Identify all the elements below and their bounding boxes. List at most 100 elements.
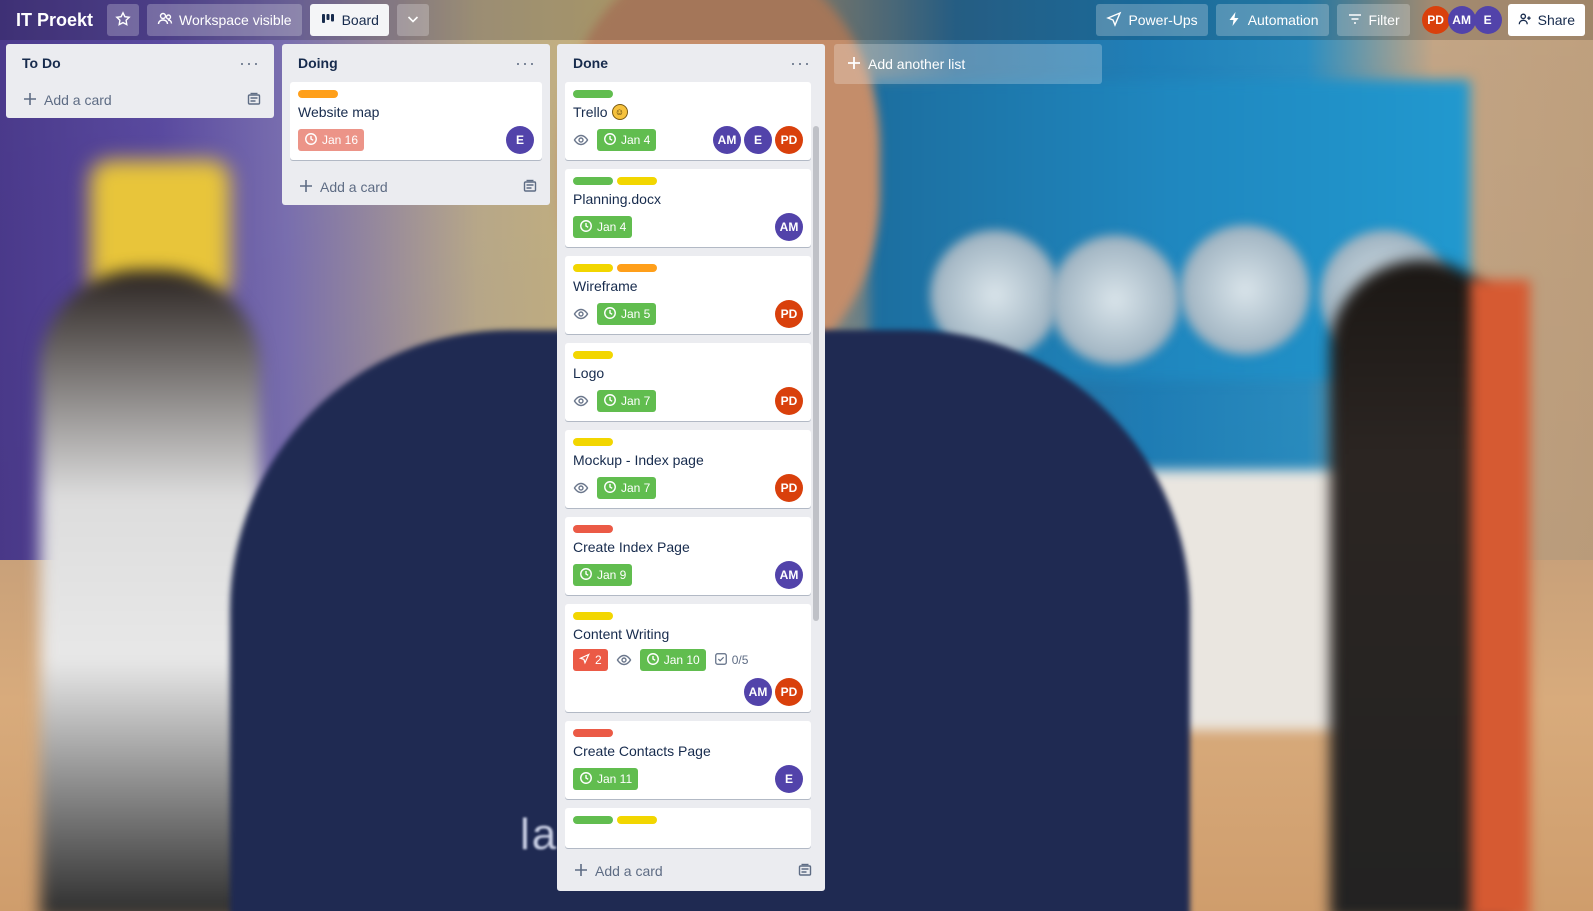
more-icon[interactable]: ··· [515, 54, 536, 72]
due-date-badge[interactable]: Jan 11 [573, 768, 639, 790]
due-date-badge[interactable]: Jan 7 [597, 390, 657, 412]
label-yellow[interactable] [617, 177, 657, 185]
card[interactable]: Planning.docx Jan 4 AM [565, 169, 811, 247]
comments-badge[interactable]: 2 [573, 649, 608, 671]
label-red[interactable] [573, 729, 613, 737]
member-avatar[interactable]: PD [775, 678, 803, 706]
add-card-button[interactable]: Add a card [282, 169, 550, 205]
due-date-badge[interactable]: Jan 9 [573, 564, 633, 586]
list-title[interactable]: Done [573, 55, 608, 71]
list-scrollbar[interactable] [813, 126, 819, 621]
label-yellow[interactable] [573, 264, 613, 272]
card[interactable]: Website map Jan 16 E [290, 82, 542, 160]
card-members: PD [775, 474, 803, 502]
card[interactable]: Mockup - Index page Jan 7 PD [565, 430, 811, 508]
member-avatar[interactable]: AM [1447, 6, 1476, 34]
more-icon[interactable]: ··· [239, 54, 260, 72]
member-avatar[interactable]: E [744, 126, 772, 154]
filter-icon [1347, 11, 1363, 30]
star-button[interactable] [107, 4, 140, 36]
power-ups-button[interactable]: Power-Ups [1096, 4, 1208, 36]
member-avatar[interactable]: PD [1421, 6, 1450, 34]
views-dropdown-button[interactable] [396, 4, 429, 36]
card-title: Logo [573, 365, 605, 381]
due-date-badge[interactable]: Jan 5 [597, 303, 657, 325]
card-members: AM PD [573, 678, 803, 706]
board-view-button[interactable]: Board [309, 4, 389, 36]
add-list-button[interactable]: Add another list [834, 44, 1102, 84]
card-badges: Jan 7 PD [573, 387, 803, 415]
template-icon[interactable] [522, 178, 538, 197]
due-date-badge[interactable]: Jan 16 [298, 129, 365, 151]
member-avatar[interactable]: AM [775, 561, 803, 589]
template-icon[interactable] [246, 91, 262, 110]
lightning-icon [1226, 11, 1242, 30]
card-labels [573, 264, 803, 272]
card[interactable]: Logo Jan 7 PD [565, 343, 811, 421]
due-date-text: Jan 5 [621, 307, 651, 321]
template-icon[interactable] [797, 862, 813, 881]
add-list-label: Add another list [868, 56, 966, 72]
label-yellow[interactable] [573, 438, 613, 446]
due-date-badge[interactable]: Jan 4 [597, 129, 657, 151]
member-avatar[interactable]: AM [744, 678, 772, 706]
automation-button[interactable]: Automation [1215, 4, 1329, 36]
member-avatar[interactable]: E [1473, 6, 1502, 34]
due-date-badge[interactable]: Jan 7 [597, 477, 657, 499]
member-avatar[interactable]: E [506, 126, 534, 154]
card[interactable]: Content Writing 2 Jan 10 0/5 AM PD [565, 604, 811, 712]
due-date-badge[interactable]: Jan 4 [573, 216, 633, 238]
background-badge [1050, 235, 1180, 365]
label-orange[interactable] [617, 264, 657, 272]
member-avatar[interactable]: PD [775, 300, 803, 328]
workspace-visible-button[interactable]: Workspace visible [147, 4, 302, 36]
eye-icon [573, 393, 589, 409]
add-card-button[interactable]: Add a card [557, 853, 825, 889]
card[interactable]: Trello ☺ Jan 4 AM E PD [565, 82, 811, 160]
card[interactable]: Create Index Page Jan 9 AM [565, 517, 811, 595]
list-title[interactable]: To Do [22, 55, 61, 71]
eye-icon [616, 652, 632, 668]
filter-button[interactable]: Filter [1336, 4, 1410, 36]
list-title[interactable]: Doing [298, 55, 338, 71]
card[interactable] [565, 808, 811, 848]
card-members: PD [775, 300, 803, 328]
card-badges: Jan 4 AM [573, 213, 803, 241]
comments-count: 2 [595, 653, 602, 667]
card-members: AM E PD [713, 126, 803, 154]
more-icon[interactable]: ··· [790, 54, 811, 72]
label-yellow[interactable] [573, 351, 613, 359]
member-avatar[interactable]: AM [713, 126, 741, 154]
label-green[interactable] [573, 816, 613, 824]
people-icon [157, 11, 173, 30]
clock-icon [579, 771, 593, 788]
member-avatar[interactable]: PD [775, 126, 803, 154]
background-person [40, 270, 260, 911]
due-date-badge[interactable]: Jan 10 [639, 649, 706, 671]
label-green[interactable] [573, 177, 613, 185]
board-title[interactable]: IT Proekt [16, 10, 93, 31]
due-date-text: Jan 4 [597, 220, 627, 234]
due-date-text: Jan 4 [621, 133, 651, 147]
card[interactable]: Create Contacts Page Jan 11 E [565, 721, 811, 799]
label-red[interactable] [573, 525, 613, 533]
label-yellow[interactable] [573, 612, 613, 620]
due-date-text: Jan 11 [597, 772, 633, 786]
label-green[interactable] [573, 90, 613, 98]
due-date-text: Jan 9 [597, 568, 627, 582]
label-yellow[interactable] [617, 816, 657, 824]
member-avatar[interactable]: PD [775, 474, 803, 502]
label-orange[interactable] [298, 90, 338, 98]
card-labels [573, 177, 803, 185]
add-card-button[interactable]: Add a card [6, 82, 274, 118]
card-title: Planning.docx [573, 191, 661, 207]
member-avatar[interactable]: E [775, 765, 803, 793]
checkbox-icon [714, 652, 728, 669]
card-members: AM [775, 561, 803, 589]
filter-label: Filter [1368, 12, 1400, 28]
member-avatar[interactable]: PD [775, 387, 803, 415]
card-badges: Jan 5 PD [573, 300, 803, 328]
card[interactable]: Wireframe Jan 5 PD [565, 256, 811, 334]
share-button[interactable]: Share [1507, 4, 1585, 36]
member-avatar[interactable]: AM [775, 213, 803, 241]
